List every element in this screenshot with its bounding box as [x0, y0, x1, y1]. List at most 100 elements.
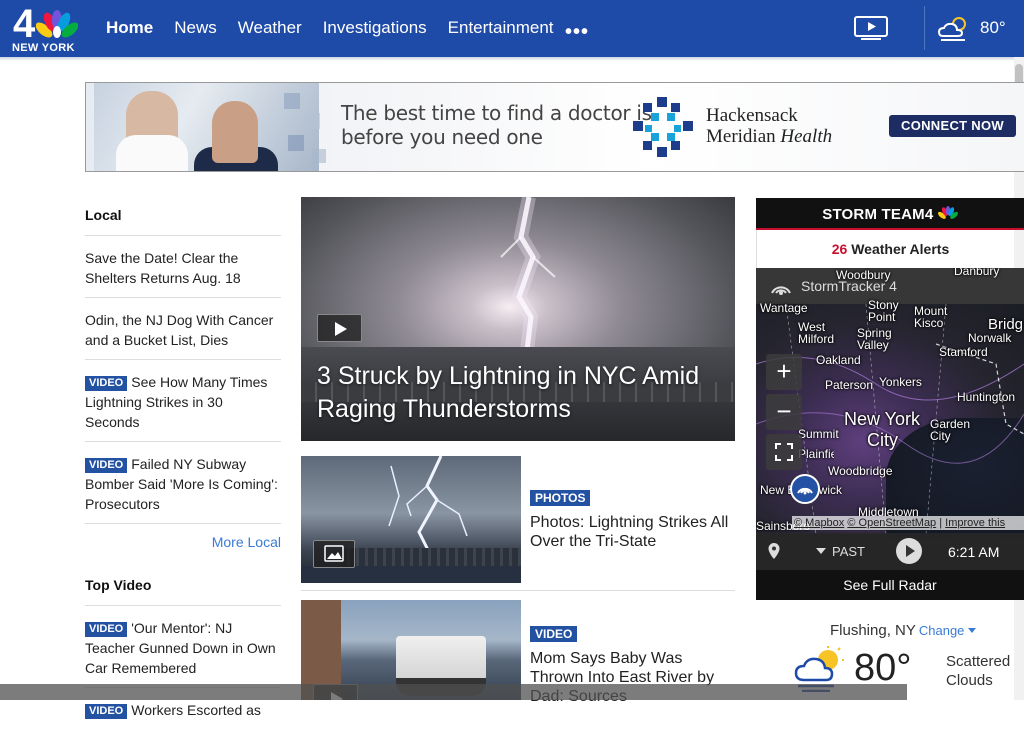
openstreetmap-link[interactable]: © OpenStreetMap	[847, 517, 936, 529]
ad-headline-line1: The best time to find a doctor is	[341, 101, 652, 125]
gallery-icon[interactable]	[313, 540, 355, 568]
zoom-out-button[interactable]: −	[766, 394, 802, 430]
top-video-section-title[interactable]: Top Video	[85, 570, 281, 606]
video-icon[interactable]	[853, 15, 889, 41]
location-pin-icon[interactable]	[790, 474, 820, 504]
ad-patient-figure	[212, 101, 258, 163]
nav-entertainment[interactable]: Entertainment	[448, 18, 554, 38]
weather-widget: STORM TEAM4 26 Weather Alerts StormTrack…	[756, 198, 1024, 692]
see-full-radar-link[interactable]: See Full Radar	[756, 570, 1024, 600]
left-column: Local Save the Date! Clear the Shelters …	[85, 200, 281, 729]
partly-cloudy-icon[interactable]	[935, 14, 973, 44]
local-story[interactable]: VIDEO Failed NY Subway Bomber Said 'More …	[85, 442, 281, 524]
alerts-label: Weather Alerts	[847, 241, 950, 257]
map-attribution: © Mapbox © OpenStreetMap | Improve this	[792, 516, 1024, 530]
map-label: Woodbury	[836, 268, 891, 282]
map-label: Mount Kisco	[914, 304, 948, 330]
more-local-link[interactable]: More Local	[85, 524, 281, 570]
map-label: Wantage	[760, 301, 808, 315]
current-condition: Scattered Clouds	[946, 653, 1011, 689]
mapbox-link[interactable]: © Mapbox	[794, 517, 844, 529]
peacock-icon	[937, 206, 958, 219]
weather-alerts-link[interactable]: 26 Weather Alerts	[756, 230, 1024, 268]
radar-icon	[771, 286, 791, 295]
hero-headline[interactable]: 3 Struck by Lightning in NYC Amid Raging…	[317, 360, 727, 426]
change-location-link[interactable]: Change	[918, 623, 977, 638]
story-headline[interactable]: Odin, the NJ Dog With Cancer and a Bucke…	[85, 312, 273, 348]
map-label: Garden City	[930, 417, 971, 443]
ad-brand-meridian: Meridian	[706, 126, 781, 147]
map-label: Huntington	[957, 390, 1016, 404]
ad-photo	[94, 83, 326, 171]
radar-icon	[797, 487, 813, 495]
nbc-logo[interactable]: 4 NEW YORK	[10, 4, 80, 54]
video-tag: VIDEO	[85, 458, 128, 473]
local-story[interactable]: Save the Date! Clear the Shelters Return…	[85, 236, 281, 298]
storm-team-header[interactable]: STORM TEAM4	[756, 198, 1024, 230]
map-label: Stamford	[939, 345, 988, 359]
radar-map[interactable]: StormTracker 4 Woodbury Danbury Wantage …	[756, 268, 1024, 570]
radar-controls: PAST 6:21 AM	[756, 533, 1024, 570]
story-card-image[interactable]	[301, 456, 521, 583]
nav-home[interactable]: Home	[106, 18, 153, 38]
change-label: Change	[918, 623, 965, 638]
improve-map-link[interactable]: Improve this	[945, 517, 1005, 529]
more-menu-button[interactable]: •••	[565, 21, 589, 44]
ad-doctor-coat	[116, 135, 188, 171]
map-label: City	[867, 430, 898, 450]
ad-headline-line2: before you need one	[341, 125, 543, 149]
fullscreen-button[interactable]	[766, 434, 802, 470]
map-label: Yonkers	[879, 375, 922, 389]
video-story[interactable]: VIDEO 'Our Mentor': NJ Teacher Gunned Dow…	[85, 606, 281, 688]
local-story[interactable]: VIDEO See How Many Times Lightning Strike…	[85, 360, 281, 442]
ad-brand-health: Health	[780, 126, 833, 147]
video-tag: VIDEO	[85, 376, 128, 391]
map-label: Woodbridge	[828, 464, 893, 478]
nav-news[interactable]: News	[174, 18, 217, 38]
local-story[interactable]: Odin, the NJ Dog With Cancer and a Bucke…	[85, 298, 281, 360]
radar-play-button[interactable]	[896, 538, 922, 564]
play-icon[interactable]	[317, 314, 362, 342]
story-card-title[interactable]: Photos: Lightning Strikes All Over the T…	[530, 513, 735, 551]
radar-time: 6:21 AM	[948, 544, 1000, 560]
chevron-down-icon	[968, 628, 977, 633]
nav-weather[interactable]: Weather	[238, 18, 302, 38]
header-temperature[interactable]: 80°	[980, 18, 1006, 38]
ad-decorative-cubes	[284, 93, 326, 163]
photo-icon	[324, 545, 344, 562]
photos-tag: PHOTOS	[530, 490, 591, 506]
storm-team-number: 4	[924, 206, 934, 223]
nav-investigations[interactable]: Investigations	[323, 18, 427, 38]
local-section-title[interactable]: Local	[85, 200, 281, 236]
map-pin-icon[interactable]	[767, 542, 781, 560]
map-label: Stony Point	[868, 298, 899, 324]
story-headline[interactable]: Save the Date! Clear the Shelters Return…	[85, 250, 241, 286]
video-tag: VIDEO	[85, 704, 128, 719]
zoom-in-button[interactable]: +	[766, 354, 802, 390]
header-divider	[924, 6, 925, 50]
map-label: Danbury	[954, 268, 1000, 278]
story-headline[interactable]: Workers Escorted as	[131, 702, 261, 718]
current-temperature: 80°	[854, 647, 912, 689]
video-tag: VIDEO	[85, 622, 128, 637]
ad-brand-line1: Hackensack	[706, 105, 798, 126]
map-label: Norwalk	[968, 331, 1012, 345]
ad-headline: The best time to find a doctor is before…	[341, 101, 652, 149]
map-label: Paterson	[825, 378, 874, 392]
story-card[interactable]: PHOTOS Photos: Lightning Strikes All Ove…	[301, 456, 735, 584]
ad-banner[interactable]: The best time to find a doctor is before…	[85, 82, 1024, 172]
map-label: New York	[844, 409, 921, 429]
lightning-bolt-image	[500, 197, 556, 367]
ad-connect-button[interactable]: CONNECT NOW	[889, 115, 1016, 137]
map-label: Summit	[798, 427, 839, 441]
header-shadow	[0, 57, 1024, 61]
hero-story[interactable]: 3 Struck by Lightning in NYC Amid Raging…	[301, 197, 735, 441]
storm-team-label: STORM TEAM	[822, 206, 925, 223]
city-skyline-image	[341, 548, 521, 568]
weather-location: Flushing, NY Change	[830, 622, 977, 639]
map-label: West Milford	[798, 320, 835, 346]
site-header: 4 NEW YORK Home News Weather Investigati…	[0, 0, 1024, 57]
past-dropdown[interactable]: PAST	[816, 544, 865, 559]
bottom-overlay-bar	[0, 684, 907, 700]
map-label: Oakland	[816, 353, 861, 367]
